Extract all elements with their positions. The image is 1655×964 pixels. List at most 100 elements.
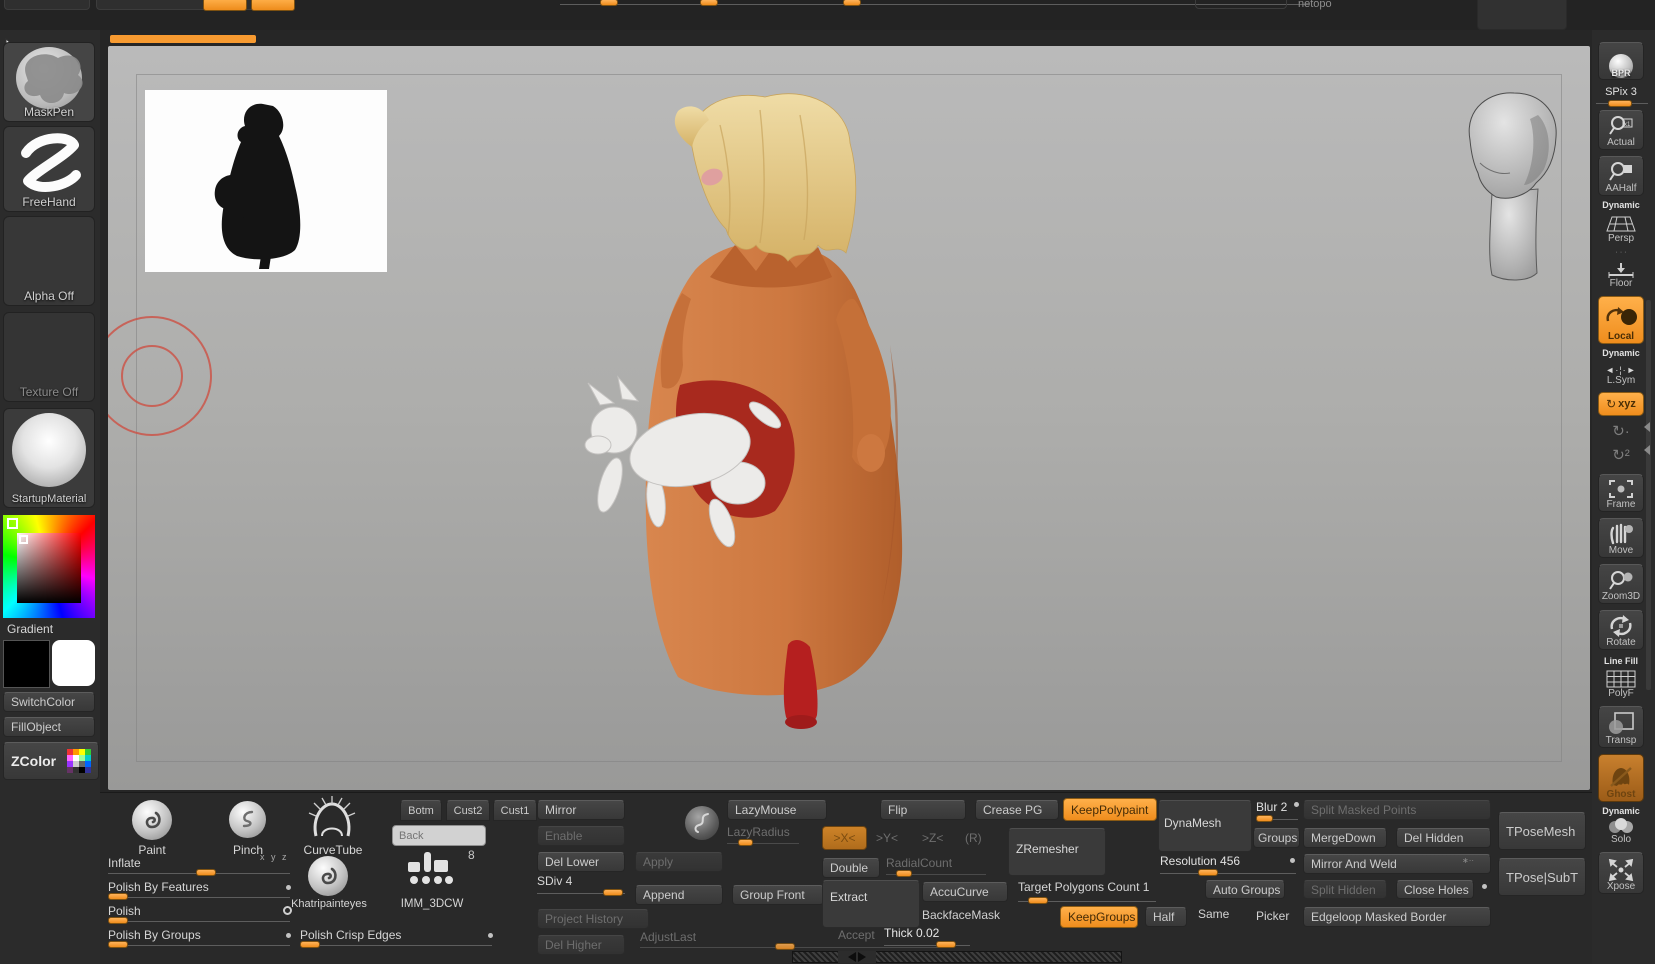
resolution-slider-label[interactable]: Resolution 456: [1160, 854, 1240, 868]
xpose-button[interactable]: Xpose: [1598, 852, 1644, 894]
edgeloop-masked-border-button[interactable]: Edgeloop Masked Border: [1303, 907, 1491, 927]
right-scrollbar[interactable]: [1646, 300, 1651, 690]
resolution-slider-track[interactable]: [1160, 873, 1296, 874]
xyz-button[interactable]: ↻ xyz: [1598, 392, 1644, 416]
sdiv-slider-label[interactable]: SDiv 4: [537, 874, 572, 888]
accept-button[interactable]: Accept: [838, 928, 875, 942]
polish-by-groups-track[interactable]: [108, 945, 290, 946]
resolution-slider-handle[interactable]: [1198, 869, 1218, 876]
blur-modifier-dot[interactable]: [1294, 802, 1299, 807]
double-button[interactable]: Double: [822, 858, 880, 878]
keep-polypaint-button[interactable]: KeepPolypaint: [1063, 798, 1157, 821]
transp-button[interactable]: Transp: [1598, 706, 1644, 748]
tab-botm[interactable]: Botm: [400, 800, 442, 821]
mirror-button[interactable]: Mirror: [537, 800, 625, 820]
polish-by-groups-handle[interactable]: [108, 941, 128, 948]
rotate-y-icon[interactable]: ↻·: [1592, 422, 1650, 440]
zcolor-button[interactable]: ZColor: [3, 742, 99, 780]
polish-by-groups-modifier-dot[interactable]: [286, 933, 291, 938]
saturation-marker[interactable]: [19, 535, 28, 544]
inflate-slider-handle[interactable]: [196, 869, 216, 876]
top-slider-handle[interactable]: [700, 0, 718, 6]
axis-x-button[interactable]: >X<: [822, 826, 867, 850]
fillobject-button[interactable]: FillObject: [3, 717, 95, 737]
material-button[interactable]: StartupMaterial: [3, 408, 95, 508]
local-button[interactable]: Local: [1598, 296, 1644, 344]
keep-groups-button[interactable]: KeepGroups: [1060, 906, 1138, 928]
del-higher-button[interactable]: Del Higher: [537, 935, 625, 955]
groups-button[interactable]: Groups: [1253, 828, 1300, 848]
merge-down-button[interactable]: MergeDown: [1303, 828, 1387, 848]
solo-button[interactable]: Solo: [1598, 816, 1644, 846]
polish-by-features-track[interactable]: [108, 897, 290, 898]
polish-crisp-edges-modifier-dot[interactable]: [488, 933, 493, 938]
floor-button[interactable]: Floor: [1598, 258, 1644, 290]
document-canvas[interactable]: [108, 46, 1590, 790]
split-masked-points-button[interactable]: Split Masked Points: [1303, 800, 1491, 820]
polish-handle[interactable]: [108, 917, 128, 924]
picker-button[interactable]: Picker: [1256, 909, 1289, 923]
lazymouse-button[interactable]: LazyMouse: [727, 800, 827, 820]
polish-crisp-edges-handle[interactable]: [300, 941, 320, 948]
bpr-button[interactable]: BPR: [1598, 42, 1644, 80]
texture-button[interactable]: Texture Off: [3, 312, 95, 402]
thick-slider-label[interactable]: Thick 0.02: [884, 926, 939, 940]
rotate-button[interactable]: Rotate: [1598, 610, 1644, 650]
project-history-button[interactable]: Project History: [537, 909, 649, 929]
polish-crisp-edges-label[interactable]: Polish Crisp Edges: [300, 928, 401, 942]
spix-label[interactable]: SPix 3: [1592, 86, 1650, 98]
group-front-button[interactable]: Group Front: [732, 885, 824, 905]
sdiv-slider-handle[interactable]: [603, 889, 623, 896]
polyf-button[interactable]: PolyF: [1598, 666, 1644, 700]
spix-slider-handle[interactable]: [1608, 100, 1632, 107]
polish-by-features-modifier-dot[interactable]: [286, 885, 291, 890]
top-button-remnant[interactable]: [4, 0, 90, 10]
inflate-slider-label[interactable]: Inflate: [108, 856, 141, 870]
aahalf-button[interactable]: AAHalf: [1598, 156, 1644, 196]
blur-slider-label[interactable]: Blur 2: [1256, 800, 1287, 814]
polish-modifier-ring[interactable]: [283, 906, 292, 915]
scroll-left-icon[interactable]: [848, 952, 856, 962]
thick-slider-handle[interactable]: [936, 941, 956, 948]
active-tab-indicator[interactable]: [110, 35, 256, 43]
adjust-last-slider-label[interactable]: AdjustLast: [640, 930, 696, 944]
frame-button[interactable]: Frame: [1598, 474, 1644, 512]
axis-r-button[interactable]: (R): [965, 831, 982, 845]
top-slider-handle[interactable]: [600, 0, 618, 6]
polish-track[interactable]: [108, 921, 290, 922]
top-slider-handle[interactable]: [843, 0, 861, 6]
flip-button[interactable]: Flip: [880, 800, 966, 820]
alpha-button[interactable]: Alpha Off: [3, 216, 95, 306]
axis-z-button[interactable]: >Z<: [922, 831, 943, 845]
hue-marker[interactable]: [7, 518, 18, 529]
scroll-right-icon[interactable]: [858, 952, 866, 962]
lsym-button[interactable]: ◄·¦·► L.Sym: [1598, 359, 1644, 387]
resolution-modifier-dot[interactable]: [1290, 858, 1295, 863]
zremesher-button[interactable]: ZRemesher: [1016, 842, 1079, 856]
polish-crisp-edges-track[interactable]: [300, 945, 492, 946]
zoom3d-button[interactable]: Zoom3D: [1598, 564, 1644, 604]
polish-by-features-label[interactable]: Polish By Features: [108, 880, 209, 894]
close-holes-modifier-dot[interactable]: [1482, 884, 1487, 889]
thick-slider-track[interactable]: [884, 945, 970, 946]
move-button[interactable]: Move: [1598, 518, 1644, 558]
polish-by-features-handle[interactable]: [108, 893, 128, 900]
target-polygons-handle[interactable]: [1028, 897, 1048, 904]
blur-slider-handle[interactable]: [1256, 815, 1273, 822]
secondary-color-swatch[interactable]: [52, 640, 95, 686]
backface-mask-button[interactable]: BackfaceMask: [922, 908, 1000, 922]
top-right-panel[interactable]: [1477, 0, 1567, 30]
apply-button[interactable]: Apply: [635, 852, 723, 872]
polish-by-groups-label[interactable]: Polish By Groups: [108, 928, 201, 942]
persp-button[interactable]: Persp: [1598, 211, 1644, 245]
rotate-z-icon[interactable]: ↻²: [1592, 446, 1650, 464]
stroke-freehand-button[interactable]: FreeHand: [3, 126, 95, 212]
auto-groups-button[interactable]: Auto Groups: [1205, 880, 1285, 899]
radial-count-handle[interactable]: [896, 870, 912, 877]
tpose-subt-button[interactable]: TPose|SubT: [1498, 858, 1586, 896]
tab-cust1[interactable]: Cust1: [493, 800, 537, 821]
back-input[interactable]: [392, 825, 486, 846]
top-orange-button[interactable]: [251, 0, 295, 11]
dynamesh-button[interactable]: DynaMesh: [1164, 816, 1221, 830]
close-holes-button[interactable]: Close Holes: [1396, 880, 1474, 899]
